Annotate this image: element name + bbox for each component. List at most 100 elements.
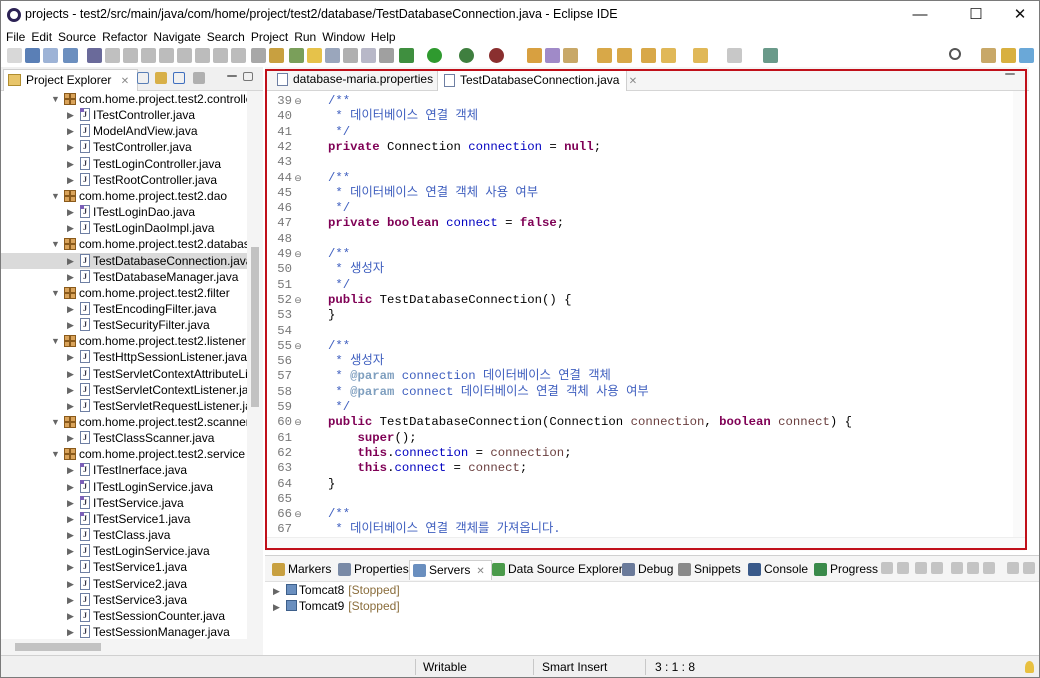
java-ee-perspective-icon[interactable] <box>1001 48 1016 63</box>
code-line[interactable]: 49 ⊖ /** <box>265 247 350 262</box>
collapsed-toggle-icon[interactable]: ▶ <box>67 204 77 220</box>
expand-toggle-icon[interactable]: ▼ <box>51 236 61 252</box>
filter-icon[interactable] <box>173 72 185 84</box>
code-line[interactable]: 64} <box>265 477 335 492</box>
expand-toggle-icon[interactable]: ▼ <box>51 446 61 462</box>
save-icon[interactable] <box>25 48 40 63</box>
code-line[interactable]: 66 ⊖ /** <box>265 507 350 522</box>
collapsed-toggle-icon[interactable]: ▶ <box>67 366 77 382</box>
last-edit-icon[interactable] <box>641 48 656 63</box>
project-explorer-tab[interactable]: Project Explorer ✕ <box>3 69 139 91</box>
code-line[interactable]: 47 private boolean connect = false; <box>265 216 564 231</box>
collapsed-toggle-icon[interactable]: ▶ <box>67 430 77 446</box>
bottom-tab-snippets[interactable]: Snippets <box>675 560 741 580</box>
tree-file-row[interactable]: ▶ J ModelAndView.java <box>1 123 247 139</box>
bottom-tab-data-source-explorer[interactable]: Data Source Explorer <box>489 560 623 580</box>
tree-file-row[interactable]: ▶ J TestDatabaseManager.java <box>1 269 247 285</box>
collapsed-toggle-icon[interactable]: ▶ <box>67 624 77 639</box>
step-over-icon[interactable] <box>213 48 228 63</box>
code-line[interactable]: 60 ⊖ public TestDatabaseConnection(Connect… <box>265 415 852 430</box>
suspend-icon[interactable] <box>141 48 156 63</box>
tree-file-row[interactable]: ▶ J TestServletContextListener.java <box>1 382 247 398</box>
tree-file-row[interactable]: ▶ J TestEncodingFilter.java <box>1 301 247 317</box>
menu-search[interactable]: Search <box>204 29 248 45</box>
code-line[interactable]: 51 */ <box>265 278 350 293</box>
publish-icon[interactable] <box>967 562 979 574</box>
coverage-icon[interactable] <box>459 48 474 63</box>
tree-file-row[interactable]: ▶ J TestHttpSessionListener.java <box>1 349 247 365</box>
expand-toggle-icon[interactable]: ▼ <box>51 188 61 204</box>
open-type-icon[interactable] <box>289 48 304 63</box>
code-line[interactable]: 61 super(); <box>265 431 416 446</box>
pilcrow-icon[interactable] <box>379 48 394 63</box>
code-line[interactable]: 59 */ <box>265 400 350 415</box>
tree-file-row[interactable]: ▶ J TestService2.java <box>1 576 247 592</box>
tree-package-row[interactable]: ▼ com.home.project.test2.database <box>1 236 247 252</box>
menu-file[interactable]: File <box>1 29 28 45</box>
link-with-editor-icon[interactable] <box>155 72 167 84</box>
menu-help[interactable]: Help <box>368 29 399 45</box>
collapsed-toggle-icon[interactable]: ▶ <box>273 602 286 612</box>
resume-icon[interactable] <box>123 48 138 63</box>
tree-file-row[interactable]: ▶ J TestController.java <box>1 139 247 155</box>
bottom-tab-debug[interactable]: Debug <box>619 560 673 580</box>
tab-test-database-connection[interactable]: TestDatabaseConnection.java ✕ <box>437 69 637 91</box>
panel-minimize-icon[interactable] <box>1007 562 1019 574</box>
menu-refactor[interactable]: Refactor <box>99 29 150 45</box>
code-line[interactable]: 56 * 생성자 <box>265 354 384 369</box>
tree-file-row[interactable]: ▶ J TestRootController.java <box>1 172 247 188</box>
expand-toggle-icon[interactable]: ▼ <box>51 91 61 107</box>
tree-package-row[interactable]: ▼ com.home.project.test2.scanner <box>1 414 247 430</box>
tree-package-row[interactable]: ▼ com.home.project.test2.filter <box>1 285 247 301</box>
new-java-project-icon[interactable] <box>527 48 542 63</box>
collapsed-toggle-icon[interactable]: ▶ <box>67 543 77 559</box>
code-area[interactable]: 39 ⊖/** 40 * 데이터베이스 연결 객체 41 */42 private Co… <box>265 91 1025 537</box>
collapsed-toggle-icon[interactable]: ▶ <box>67 349 77 365</box>
step-into-icon[interactable] <box>195 48 210 63</box>
tree-file-row[interactable]: ▶JTestServletRequestListener.java <box>1 398 247 414</box>
prev-annotation-icon[interactable] <box>617 48 632 63</box>
code-line[interactable]: 39 ⊖ /** <box>265 94 350 109</box>
code-line[interactable]: 57 * @param connection 데이터베이스 연결 객체 <box>265 369 611 384</box>
bottom-tab-markers[interactable]: Markers <box>269 560 331 580</box>
close-window-button[interactable]: ✕ <box>997 1 1040 29</box>
word-wrap-icon[interactable] <box>343 48 358 63</box>
tree-file-row[interactable]: ▶ J ITestLoginDao.java <box>1 204 247 220</box>
code-line[interactable]: 50 * 생성자 <box>265 262 384 277</box>
stop-server-icon[interactable] <box>951 562 963 574</box>
mark-occurrences-icon[interactable] <box>269 48 284 63</box>
collapsed-toggle-icon[interactable]: ▶ <box>67 156 77 172</box>
search-icon[interactable] <box>949 48 961 60</box>
code-line[interactable]: 52 ⊖ public TestDatabaseConnection() { <box>265 293 571 308</box>
collapsed-toggle-icon[interactable]: ▶ <box>67 462 77 478</box>
tree-file-row[interactable]: ▶ J TestServletContextAttributeListe <box>1 366 247 382</box>
maximize-view-icon[interactable] <box>243 72 253 81</box>
new-class-icon[interactable] <box>563 48 578 63</box>
code-line[interactable]: 63 this.connect = connect; <box>265 461 527 476</box>
tree-file-row[interactable]: ▶ J TestSessionManager.java <box>1 624 247 639</box>
skip-breakpoints-icon[interactable] <box>105 48 120 63</box>
fold-collapse-icon[interactable]: ⊖ <box>292 416 304 431</box>
forward-history-icon[interactable] <box>727 48 742 63</box>
disconnect-icon[interactable] <box>177 48 192 63</box>
collapsed-toggle-icon[interactable]: ▶ <box>67 479 77 495</box>
save-all-icon[interactable] <box>43 48 58 63</box>
tree-file-row[interactable]: ▶ J TestService1.java <box>1 559 247 575</box>
tree-package-row[interactable]: ▼ com.home.project.test2.dao <box>1 188 247 204</box>
code-line[interactable]: 42 private Connection connection = null; <box>265 140 601 155</box>
expand-toggle-icon[interactable]: ▼ <box>51 285 61 301</box>
collapsed-toggle-icon[interactable]: ▶ <box>67 317 77 333</box>
tree-file-row[interactable]: ▶ J TestService3.java <box>1 592 247 608</box>
code-line[interactable]: 62 this.connection = connection; <box>265 446 571 461</box>
new-icon[interactable] <box>7 48 22 63</box>
print-icon[interactable] <box>63 48 78 63</box>
fold-collapse-icon[interactable]: ⊖ <box>292 248 304 263</box>
menu-navigate[interactable]: Navigate <box>150 29 203 45</box>
bottom-tab-properties[interactable]: Properties <box>335 560 409 580</box>
code-line[interactable]: 54 <box>265 324 328 339</box>
back-icon[interactable] <box>661 48 676 63</box>
collapsed-toggle-icon[interactable]: ▶ <box>67 172 77 188</box>
code-line[interactable]: 67 * 데이터베이스 연결 객체를 가져옵니다. <box>265 522 560 537</box>
tree-file-row[interactable]: ▶ J TestSecurityFilter.java <box>1 317 247 333</box>
tree-package-row[interactable]: ▼ com.home.project.test2.listener <box>1 333 247 349</box>
